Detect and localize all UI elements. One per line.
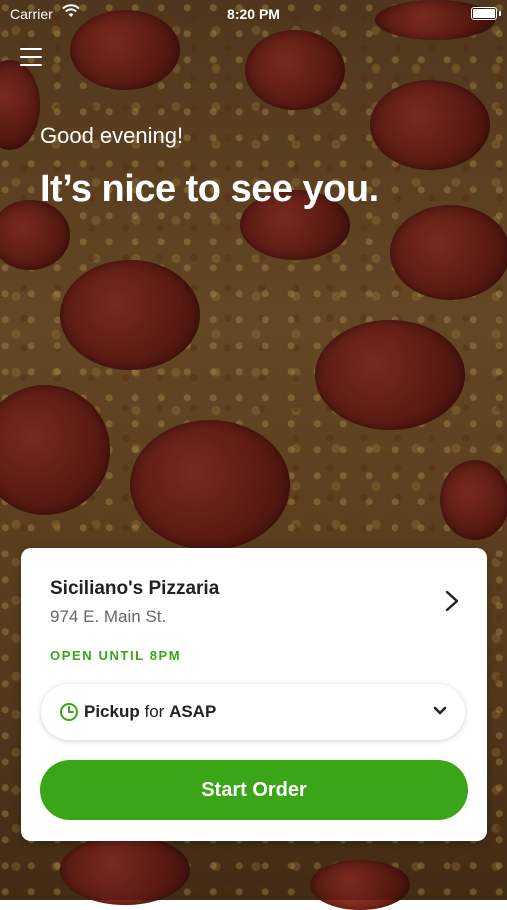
status-bar: Carrier 8:20 PM	[0, 0, 507, 30]
store-name: Siciliano's Pizzaria	[50, 578, 220, 599]
battery-tip	[499, 11, 501, 16]
order-type: Pickup	[84, 702, 140, 721]
greeting-subtitle: Good evening!	[40, 123, 184, 148]
greeting-title: It’s nice to see you.	[40, 168, 379, 210]
start-order-button[interactable]: Start Order	[40, 760, 468, 820]
chevron-right-icon[interactable]	[443, 590, 461, 612]
hamburger-menu-icon[interactable]	[20, 48, 42, 68]
store-address: 974 E. Main St.	[50, 607, 167, 626]
store-card: Siciliano's Pizzaria 974 E. Main St. OPE…	[21, 548, 487, 841]
order-mode-selector[interactable]: Pickup for ASAP	[41, 684, 465, 740]
order-time: ASAP	[169, 702, 217, 721]
clock-icon	[60, 703, 78, 721]
order-connector: for	[144, 702, 165, 721]
chevron-down-icon	[433, 706, 447, 715]
battery-icon	[471, 7, 497, 20]
order-mode-text: Pickup for ASAP	[84, 702, 216, 722]
status-time: 8:20 PM	[227, 6, 280, 22]
store-status: OPEN UNTIL 8PM	[50, 648, 182, 663]
